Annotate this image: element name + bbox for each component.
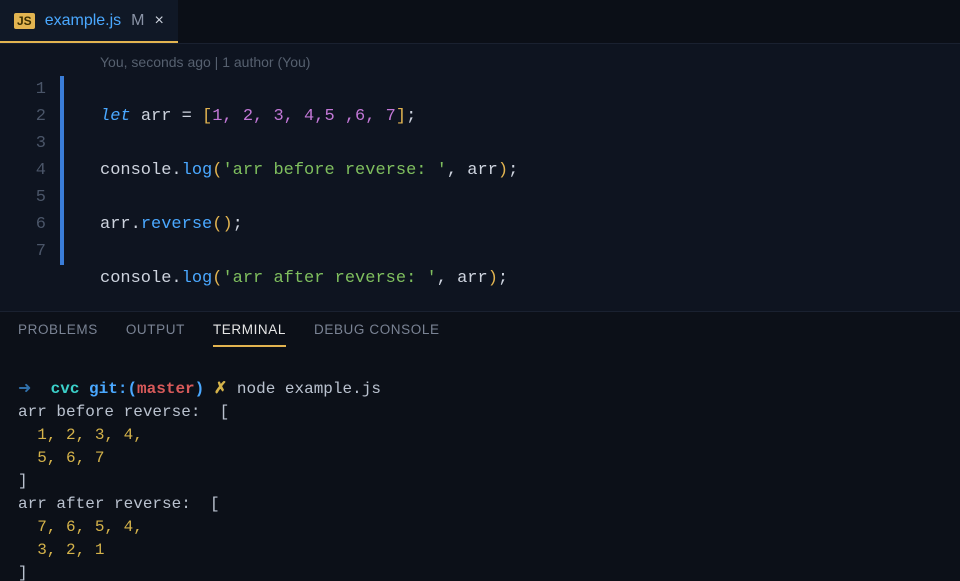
- line-number: 2: [0, 103, 46, 130]
- prompt-branch: master: [137, 380, 195, 398]
- string: 'arr after reverse: ': [222, 269, 436, 288]
- terminal-output: 3, 2, 1: [18, 541, 104, 559]
- identifier: arr: [467, 161, 498, 180]
- punct: ,: [437, 269, 457, 288]
- close-icon[interactable]: ×: [155, 12, 164, 30]
- identifier: console: [100, 161, 171, 180]
- punct: ;: [498, 269, 508, 288]
- terminal-output: arr after reverse: [: [18, 495, 220, 513]
- gitlens-annotation[interactable]: You, seconds ago | 1 author (You): [76, 52, 960, 76]
- line-number-gutter: 1 2 3 4 5 6 7: [0, 52, 60, 311]
- git-modified-bar: [60, 76, 64, 265]
- line-number: 6: [0, 211, 46, 238]
- bracket: [: [202, 107, 212, 126]
- code-area[interactable]: You, seconds ago | 1 author (You) let ar…: [76, 52, 960, 311]
- keyword: let: [100, 107, 131, 126]
- tab-output[interactable]: OUTPUT: [126, 322, 185, 347]
- operator: =: [182, 107, 192, 126]
- punct: .: [171, 161, 181, 180]
- code-editor[interactable]: 1 2 3 4 5 6 7 You, seconds ago | 1 autho…: [0, 44, 960, 311]
- terminal-output: ]: [18, 564, 28, 581]
- method: log: [182, 161, 213, 180]
- line-number: 4: [0, 157, 46, 184]
- prompt-paren: (: [127, 380, 137, 398]
- terminal-output: ]: [18, 472, 28, 490]
- line-number: 5: [0, 184, 46, 211]
- terminal-command: node example.js: [237, 380, 381, 398]
- string: 'arr before reverse: ': [222, 161, 446, 180]
- identifier: console: [100, 269, 171, 288]
- line-number: 1: [0, 76, 46, 103]
- punct: .: [131, 215, 141, 234]
- punct: ;: [406, 107, 416, 126]
- identifier: arr: [457, 269, 488, 288]
- paren: (: [212, 269, 222, 288]
- terminal-output: arr before reverse: [: [18, 403, 229, 421]
- punct: ,: [447, 161, 467, 180]
- paren: (: [212, 215, 222, 234]
- tab-bar: JS example.js M ×: [0, 0, 960, 44]
- punct: ;: [233, 215, 243, 234]
- tab-modified-badge: M: [131, 12, 144, 30]
- identifier: arr: [141, 107, 172, 126]
- terminal-output: 5, 6, 7: [18, 449, 104, 467]
- line-number: 3: [0, 130, 46, 157]
- bracket: ]: [396, 107, 406, 126]
- punct: ;: [508, 161, 518, 180]
- terminal-output: 1, 2, 3, 4,: [18, 426, 143, 444]
- tab-example-js[interactable]: JS example.js M ×: [0, 0, 178, 43]
- editor-window: JS example.js M × 1 2 3 4 5 6 7 You, sec…: [0, 0, 960, 581]
- tab-problems[interactable]: PROBLEMS: [18, 322, 98, 347]
- bottom-panel: PROBLEMS OUTPUT TERMINAL DEBUG CONSOLE ➜…: [0, 311, 960, 581]
- panel-tab-bar: PROBLEMS OUTPUT TERMINAL DEBUG CONSOLE: [0, 312, 960, 347]
- paren: ): [488, 269, 498, 288]
- code-content[interactable]: let arr = [1, 2, 3, 4,5 ,6, 7]; console.…: [76, 76, 960, 292]
- prompt-dir: cvc: [51, 380, 80, 398]
- prompt-arrow-icon: ➜: [18, 380, 31, 398]
- number-list: 1, 2, 3, 4,5 ,6, 7: [212, 107, 396, 126]
- paren: ): [222, 215, 232, 234]
- punct: .: [171, 269, 181, 288]
- prompt-git: git:: [89, 380, 127, 398]
- method: log: [182, 269, 213, 288]
- terminal-view[interactable]: ➜ cvc git:(master) ✗ node example.js arr…: [0, 347, 960, 581]
- tab-debug-console[interactable]: DEBUG CONSOLE: [314, 322, 440, 347]
- js-file-icon: JS: [14, 13, 35, 29]
- tab-terminal[interactable]: TERMINAL: [213, 322, 286, 347]
- prompt-dirty-icon: ✗: [214, 380, 227, 398]
- paren: (: [212, 161, 222, 180]
- identifier: arr: [100, 215, 131, 234]
- terminal-output: 7, 6, 5, 4,: [18, 518, 143, 536]
- method: reverse: [141, 215, 212, 234]
- tab-filename: example.js: [45, 12, 121, 30]
- line-number: 7: [0, 238, 46, 265]
- paren: ): [498, 161, 508, 180]
- prompt-paren: ): [195, 380, 205, 398]
